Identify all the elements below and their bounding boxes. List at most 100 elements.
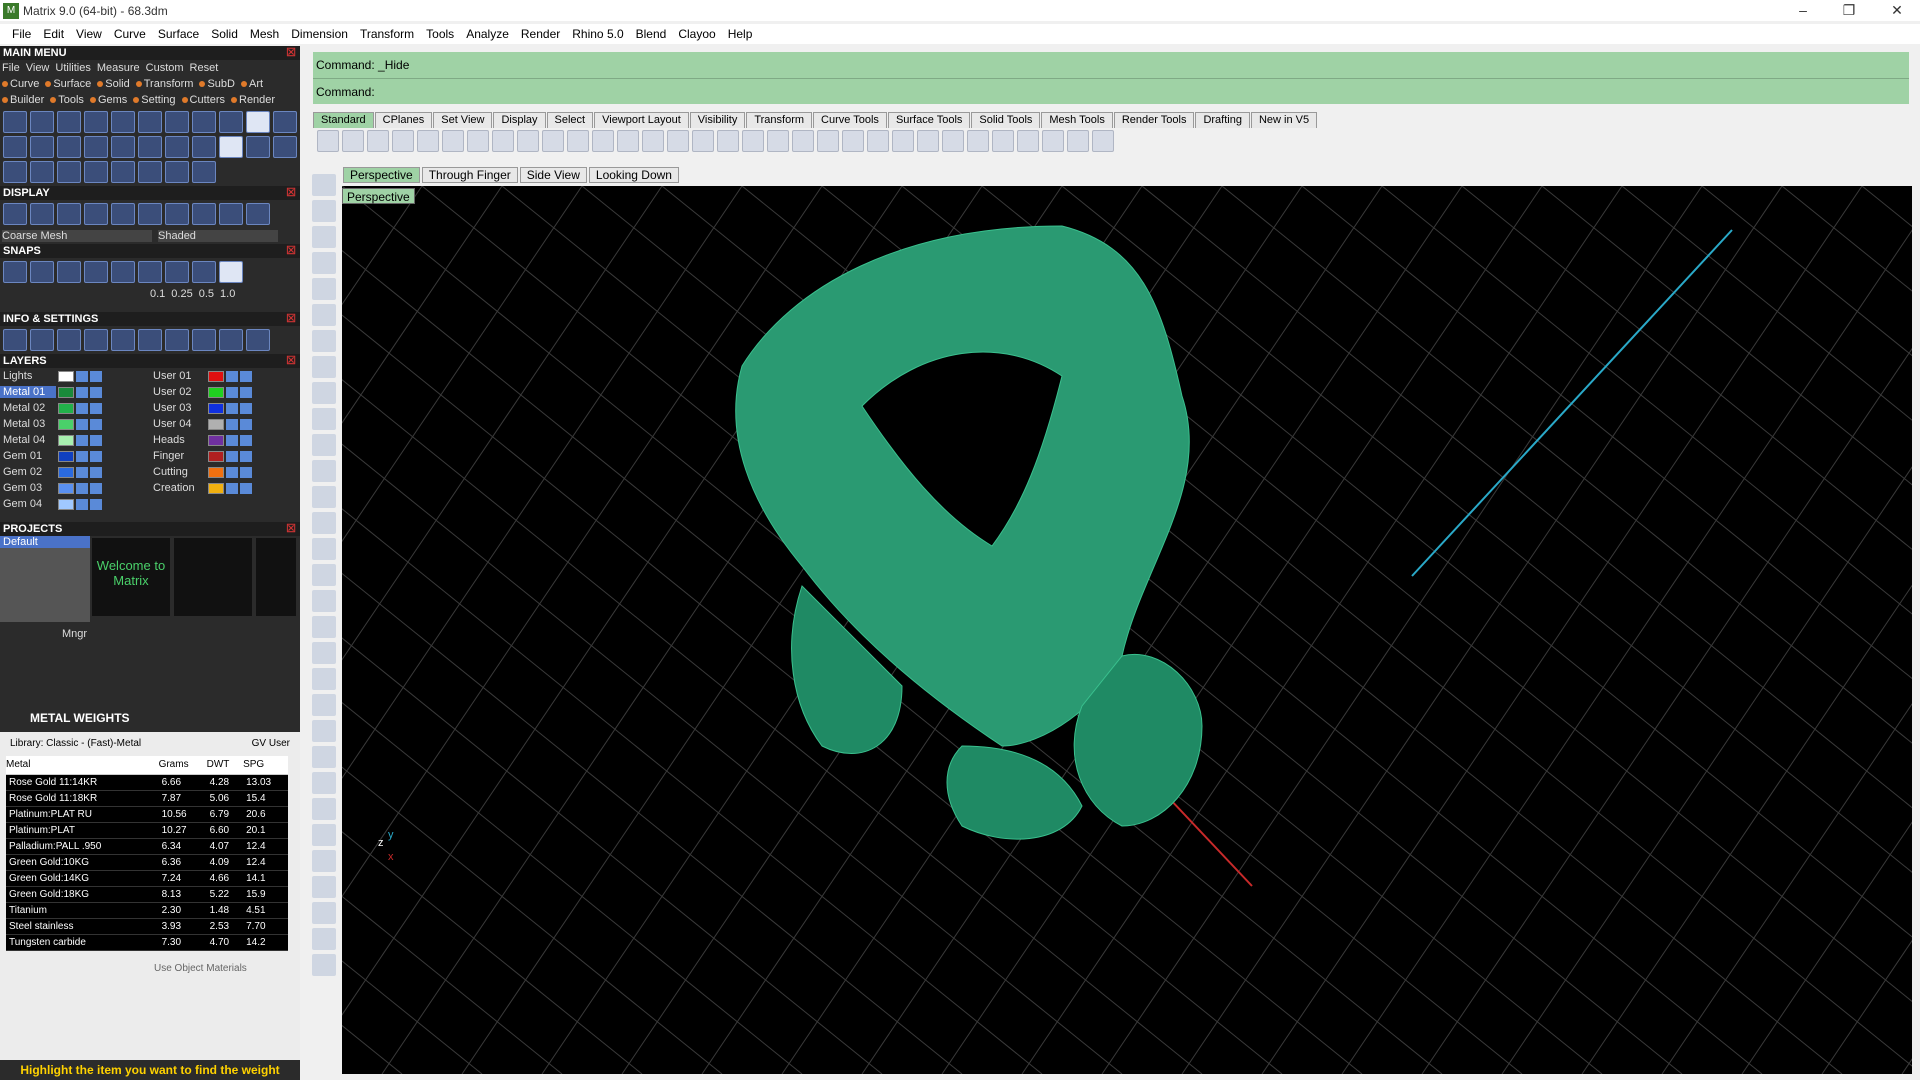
layer-lock-icon[interactable] — [76, 450, 88, 462]
layer-lock-icon[interactable] — [226, 434, 238, 446]
tab-solid-tools[interactable]: Solid Tools — [971, 112, 1041, 128]
toolbar-button[interactable] — [342, 130, 364, 152]
tool-button[interactable] — [312, 824, 336, 846]
view-tab-side-view[interactable]: Side View — [519, 167, 587, 183]
tab-new-in-v5[interactable]: New in V5 — [1250, 112, 1318, 128]
toolbar-button[interactable] — [1042, 130, 1064, 152]
layer-color-swatch[interactable] — [58, 482, 74, 494]
table-row[interactable]: Green Gold:18KG 8.13 5.22 15.9 — [6, 886, 288, 903]
tool-button[interactable] — [312, 642, 336, 664]
tab-mesh-tools[interactable]: Mesh Tools — [1041, 112, 1113, 128]
layer-visibility-icon[interactable] — [240, 370, 252, 382]
tool-button[interactable] — [312, 512, 336, 534]
tool-button[interactable] — [312, 876, 336, 898]
tab-surface-tools[interactable]: Surface Tools — [887, 112, 971, 128]
project-default[interactable]: Default — [0, 536, 90, 548]
menu-mesh[interactable]: Mesh — [244, 27, 285, 41]
tool-button[interactable] — [312, 720, 336, 742]
layer-lock-icon[interactable] — [76, 466, 88, 478]
toolbar-button[interactable] — [492, 130, 514, 152]
layer-row[interactable]: Metal 03 — [0, 416, 150, 432]
main-menu-custom[interactable]: Custom — [146, 62, 184, 74]
layer-visibility-icon[interactable] — [90, 450, 102, 462]
main-menu-tools[interactable]: Tools — [50, 94, 84, 106]
menu-dimension[interactable]: Dimension — [285, 27, 354, 41]
layer-name[interactable]: Gem 03 — [0, 482, 56, 494]
layer-visibility-icon[interactable] — [240, 466, 252, 478]
tool-button[interactable] — [312, 928, 336, 950]
toolbar-button[interactable] — [992, 130, 1014, 152]
tab-select[interactable]: Select — [546, 112, 594, 128]
main-menu-render[interactable]: Render — [231, 94, 275, 106]
tool-button[interactable] — [312, 902, 336, 924]
layer-color-swatch[interactable] — [58, 402, 74, 414]
layer-row[interactable]: Gem 02 — [0, 464, 150, 480]
tool-button[interactable] — [312, 382, 336, 404]
layer-lock-icon[interactable] — [226, 418, 238, 430]
layer-name[interactable]: Heads — [150, 434, 206, 446]
layer-name[interactable]: Metal 03 — [0, 418, 56, 430]
layer-name[interactable]: User 03 — [150, 402, 206, 414]
menu-help[interactable]: Help — [722, 27, 759, 41]
main-menu-subd[interactable]: SubD — [199, 78, 235, 90]
layer-lock-icon[interactable] — [226, 402, 238, 414]
layer-lock-icon[interactable] — [76, 434, 88, 446]
menu-render[interactable]: Render — [515, 27, 566, 41]
toolbar-button[interactable] — [767, 130, 789, 152]
tool-button[interactable] — [312, 616, 336, 638]
layer-visibility-icon[interactable] — [240, 386, 252, 398]
layer-lock-icon[interactable] — [76, 498, 88, 510]
main-menu-art[interactable]: Art — [240, 78, 263, 90]
project-thumb-3[interactable] — [256, 538, 296, 616]
layer-row[interactable]: Gem 01 — [0, 448, 150, 464]
table-row[interactable]: Green Gold:10KG 6.36 4.09 12.4 — [6, 854, 288, 871]
toolbar-button[interactable] — [1092, 130, 1114, 152]
toolbar-button[interactable] — [317, 130, 339, 152]
toolbar-button[interactable] — [517, 130, 539, 152]
main-menu-measure[interactable]: Measure — [97, 62, 140, 74]
shade-select[interactable]: Shaded — [158, 230, 278, 242]
toolbar-button[interactable] — [542, 130, 564, 152]
toolbar-button[interactable] — [842, 130, 864, 152]
layer-row[interactable]: User 04 — [150, 416, 300, 432]
layer-lock-icon[interactable] — [76, 418, 88, 430]
toolbar-button[interactable] — [442, 130, 464, 152]
toolbar-button[interactable] — [967, 130, 989, 152]
menu-file[interactable]: File — [6, 27, 37, 41]
main-menu-transform[interactable]: Transform — [135, 78, 193, 90]
layer-row[interactable]: User 03 — [150, 400, 300, 416]
tab-curve-tools[interactable]: Curve Tools — [813, 112, 887, 128]
toolbar-button[interactable] — [567, 130, 589, 152]
toolbar-button[interactable] — [467, 130, 489, 152]
view-tab-perspective[interactable]: Perspective — [343, 167, 420, 183]
toolbar-button[interactable] — [392, 130, 414, 152]
layer-name[interactable]: Creation — [150, 482, 206, 494]
main-menu-curve[interactable]: Curve — [2, 78, 39, 90]
toolbar-button[interactable] — [617, 130, 639, 152]
menu-surface[interactable]: Surface — [152, 27, 205, 41]
layer-lock-icon[interactable] — [226, 370, 238, 382]
layer-color-swatch[interactable] — [208, 434, 224, 446]
layer-visibility-icon[interactable] — [240, 450, 252, 462]
layer-visibility-icon[interactable] — [240, 418, 252, 430]
menu-analyze[interactable]: Analyze — [460, 27, 515, 41]
menu-view[interactable]: View — [70, 27, 108, 41]
tool-button[interactable] — [312, 772, 336, 794]
tab-transform[interactable]: Transform — [746, 112, 813, 128]
main-menu-surface[interactable]: Surface — [45, 78, 91, 90]
layer-row[interactable]: Metal 02 — [0, 400, 150, 416]
project-thumb-2[interactable] — [174, 538, 252, 616]
layer-visibility-icon[interactable] — [90, 482, 102, 494]
layer-color-swatch[interactable] — [58, 498, 74, 510]
main-menu-file[interactable]: File — [2, 62, 20, 74]
tool-button[interactable] — [312, 252, 336, 274]
project-thumb-1[interactable]: Welcome to Matrix — [92, 538, 170, 616]
layer-visibility-icon[interactable] — [240, 402, 252, 414]
table-row[interactable]: Steel stainless 3.93 2.53 7.70 — [6, 918, 288, 935]
viewport-label[interactable]: Perspective — [342, 188, 415, 204]
layer-row[interactable]: Lights — [0, 368, 150, 384]
tool-button[interactable] — [312, 564, 336, 586]
view-tab-looking-down[interactable]: Looking Down — [588, 167, 679, 183]
menu-blend[interactable]: Blend — [630, 27, 673, 41]
main-menu-utilities[interactable]: Utilities — [55, 62, 90, 74]
